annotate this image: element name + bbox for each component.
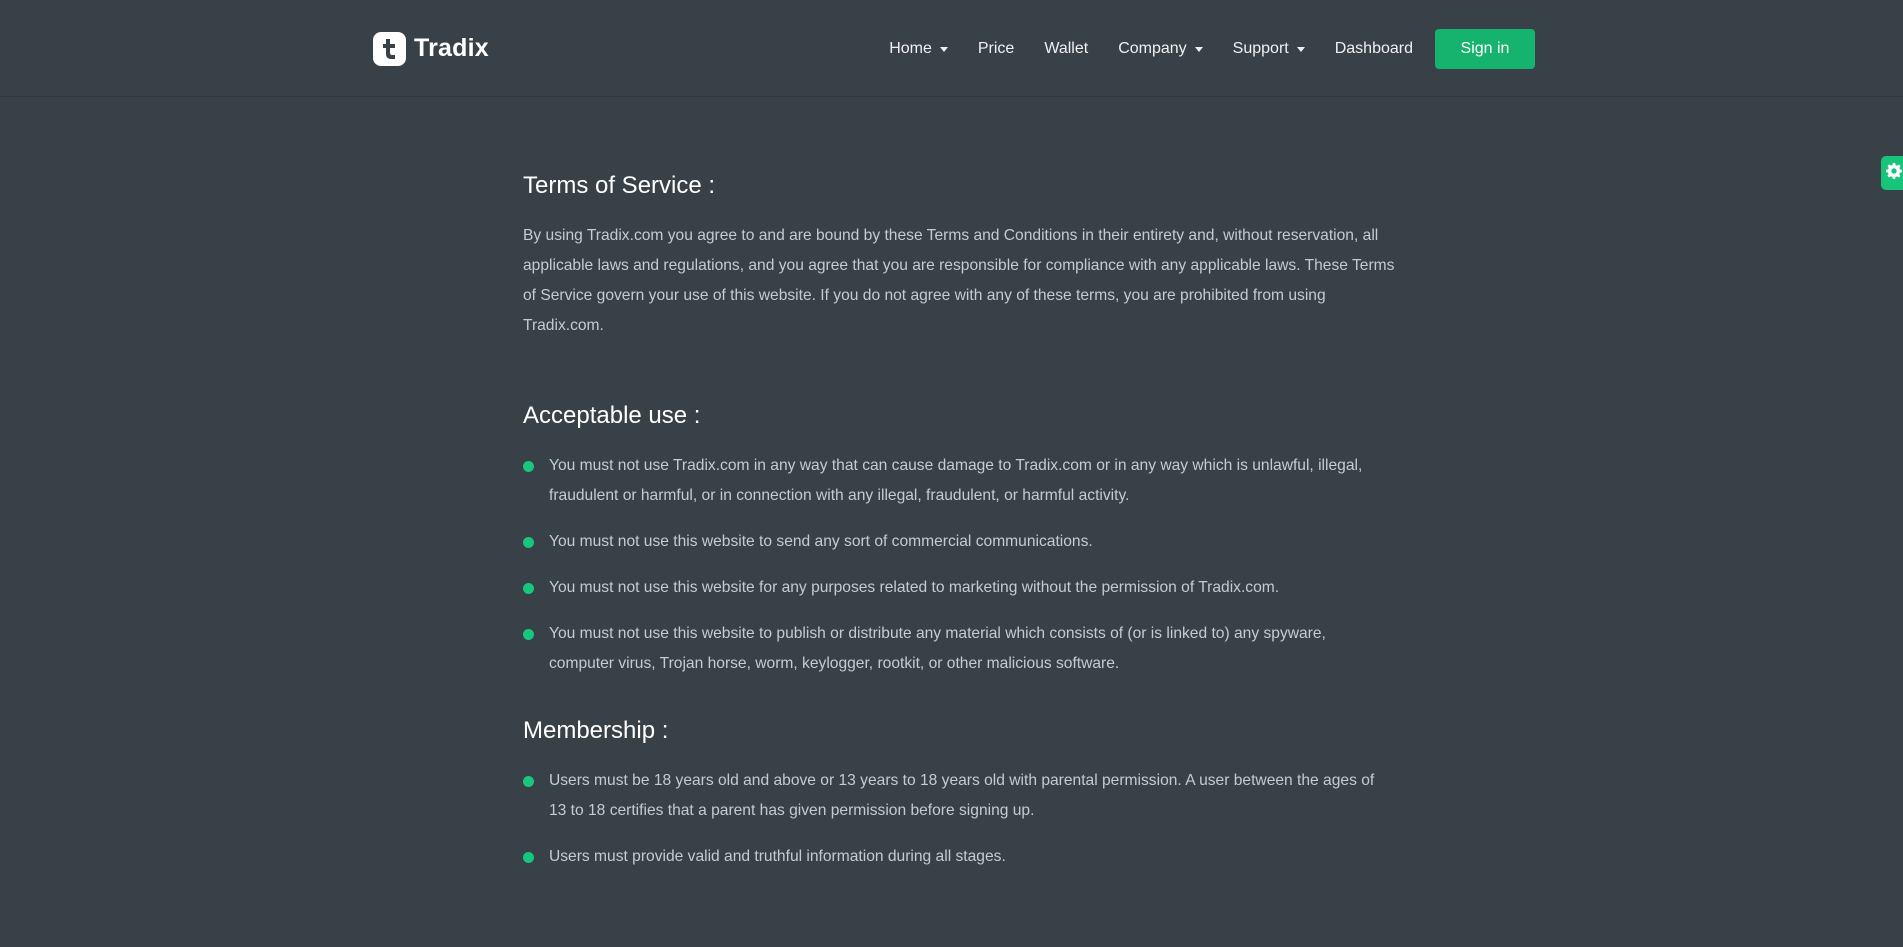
list-item: You must not use this website for any pu… xyxy=(523,573,1395,603)
list-item: Users must be 18 years old and above or … xyxy=(523,766,1395,826)
nav-item-wallet[interactable]: Wallet xyxy=(1044,40,1088,58)
nav-item-label: Company xyxy=(1118,40,1187,57)
section-title: Terms of Service : xyxy=(523,172,716,199)
membership-list: Users must be 18 years old and above or … xyxy=(523,766,1395,872)
section-title: Acceptable use : xyxy=(523,402,701,429)
terms-section: Terms of Service : By using Tradix.com y… xyxy=(523,170,1395,341)
caret-down-icon xyxy=(1194,46,1203,52)
brand-link[interactable]: Tradix xyxy=(373,31,489,66)
nav-item-label: Wallet xyxy=(1044,40,1089,57)
list-item-text: You must not use this website to send an… xyxy=(549,533,1093,550)
tradix-logo-icon xyxy=(373,31,406,66)
list-item-text: You must not use this website to publish… xyxy=(549,625,1326,672)
nav-item-dashboard[interactable]: Dashboard xyxy=(1335,40,1413,58)
nav-item-company[interactable]: Company xyxy=(1118,40,1203,58)
list-item: You must not use Tradix.com in any way t… xyxy=(523,451,1395,511)
terms-content: Terms of Service : By using Tradix.com y… xyxy=(523,170,1395,888)
nav-item-label: Dashboard xyxy=(1334,40,1413,57)
list-item: You must not use this website to send an… xyxy=(523,527,1395,557)
section-title: Membership : xyxy=(523,717,669,744)
acceptable-use-section: Acceptable use : You must not use Tradix… xyxy=(523,400,1395,679)
bullet-dot-icon xyxy=(523,776,534,787)
nav-item-label: Home xyxy=(889,40,932,57)
nav-item-price[interactable]: Price xyxy=(978,40,1014,58)
navbar: Tradix Home Price Wallet Company Support… xyxy=(0,0,1903,97)
main-nav: Home Price Wallet Company Support Dashbo… xyxy=(889,29,1535,69)
list-item-text: You must not use Tradix.com in any way t… xyxy=(549,457,1363,504)
list-item-text: You must not use this website for any pu… xyxy=(549,579,1280,596)
caret-down-icon xyxy=(1296,46,1305,52)
terms-paragraph: By using Tradix.com you agree to and are… xyxy=(523,227,1395,334)
sign-in-button[interactable]: Sign in xyxy=(1435,29,1535,69)
nav-item-label: Support xyxy=(1232,40,1289,57)
list-item: Users must provide valid and truthful in… xyxy=(523,842,1395,872)
bullet-dot-icon xyxy=(523,852,534,863)
nav-item-label: Price xyxy=(977,40,1015,57)
list-item-text: Users must provide valid and truthful in… xyxy=(549,848,1006,865)
caret-down-icon xyxy=(939,46,948,52)
brand-name: Tradix xyxy=(414,34,489,62)
acceptable-use-list: You must not use Tradix.com in any way t… xyxy=(523,451,1395,679)
nav-item-support[interactable]: Support xyxy=(1233,40,1305,58)
list-item-text: Users must be 18 years old and above or … xyxy=(549,772,1375,819)
bullet-dot-icon xyxy=(523,583,534,594)
nav-item-home[interactable]: Home xyxy=(889,40,948,58)
membership-section: Membership : Users must be 18 years old … xyxy=(523,715,1395,872)
bullet-dot-icon xyxy=(523,461,534,472)
settings-toggle[interactable] xyxy=(1881,156,1903,190)
list-item: You must not use this website to publish… xyxy=(523,619,1395,679)
bullet-dot-icon xyxy=(523,537,534,548)
bullet-dot-icon xyxy=(523,629,534,640)
gear-icon xyxy=(1886,162,1902,184)
